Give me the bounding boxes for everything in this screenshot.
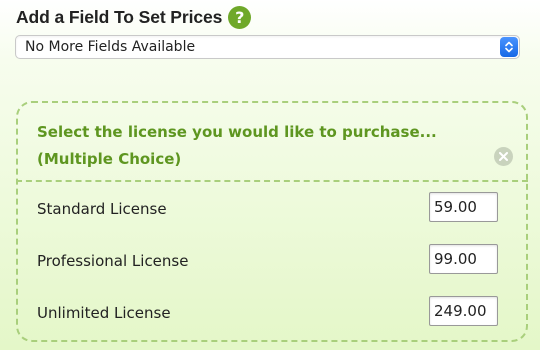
row-label: Professional License xyxy=(37,252,189,270)
divider xyxy=(16,180,528,182)
row-label: Standard License xyxy=(37,200,167,218)
price-field-title: Select the license you would like to pur… xyxy=(37,123,437,168)
header: Add a Field To Set Prices ? xyxy=(16,6,252,29)
help-icon[interactable]: ? xyxy=(228,6,252,29)
price-row-standard: Standard License xyxy=(18,192,526,228)
row-label: Unlimited License xyxy=(37,304,171,322)
price-row-professional: Professional License xyxy=(18,244,526,280)
price-field-group: Select the license you would like to pur… xyxy=(16,101,528,342)
price-row-unlimited: Unlimited License xyxy=(18,296,526,332)
up-down-arrows-icon[interactable] xyxy=(500,37,518,57)
price-input-unlimited[interactable] xyxy=(429,296,498,326)
close-circle-icon[interactable] xyxy=(494,147,513,166)
price-input-professional[interactable] xyxy=(429,244,498,274)
price-input-standard[interactable] xyxy=(429,192,498,222)
help-glyph: ? xyxy=(235,7,245,27)
page-title: Add a Field To Set Prices xyxy=(16,7,223,27)
field-select[interactable]: No More Fields Available xyxy=(15,35,520,59)
field-select-value: No More Fields Available xyxy=(25,39,196,55)
